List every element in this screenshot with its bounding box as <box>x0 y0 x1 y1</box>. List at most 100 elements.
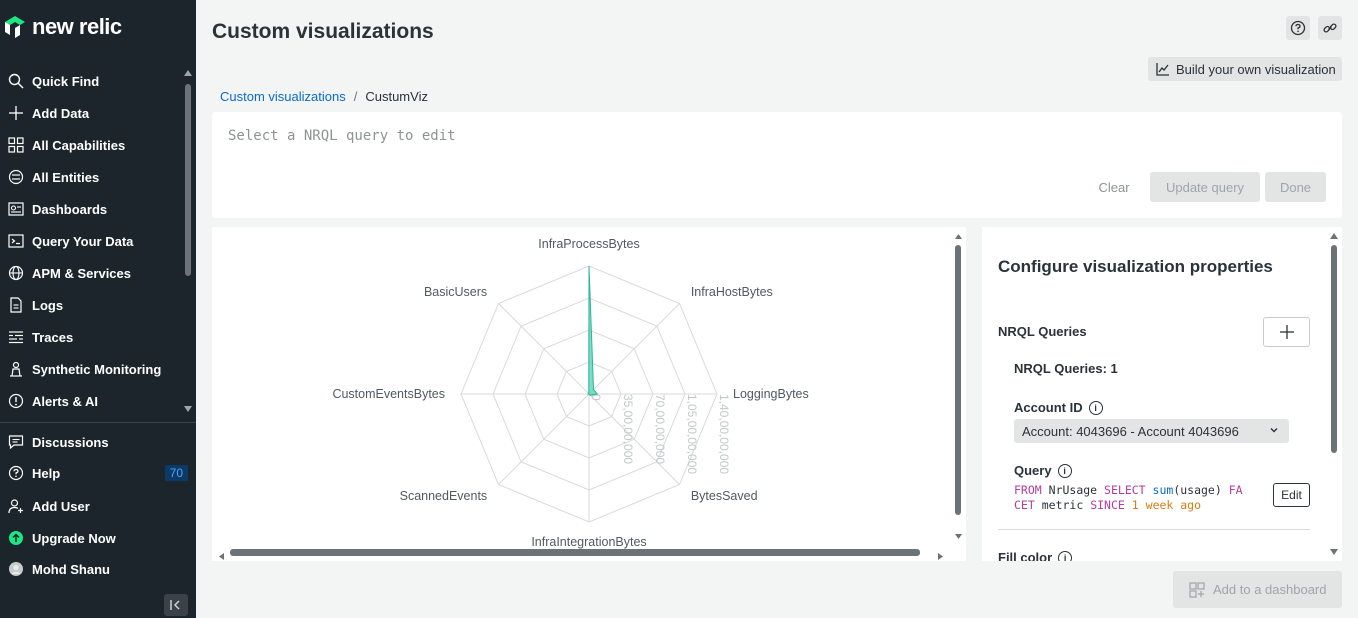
radar-axis-label: BasicUsers <box>424 285 487 299</box>
sidebar-item-label: Logs <box>32 297 64 313</box>
link-icon <box>1323 23 1337 33</box>
document-icon <box>8 297 24 313</box>
breadcrumb-link[interactable]: Custom visualizations <box>220 89 346 104</box>
breadcrumb: Custom visualizations / CustumViz <box>220 89 428 104</box>
sidebar-item-alerts-ai[interactable]: Alerts & AI <box>0 387 180 415</box>
sidebar-item-synthetic-monitoring[interactable]: Synthetic Monitoring <box>0 355 180 383</box>
search-icon <box>8 73 24 89</box>
add-query-button[interactable] <box>1263 317 1310 347</box>
sidebar-item-dashboards[interactable]: Dashboards <box>0 195 180 223</box>
entities-icon <box>8 169 24 185</box>
query-keyword: FA <box>1228 483 1243 497</box>
build-visualization-label: Build your own visualization <box>1176 61 1336 77</box>
sidebar-item-label: Add User <box>32 498 90 514</box>
scroll-down-arrow[interactable] <box>184 406 192 412</box>
done-button[interactable]: Done <box>1265 172 1326 202</box>
sidebar-item-label: All Entities <box>32 169 100 185</box>
radar-tick-label: 1,40,00,00,000 <box>717 394 731 474</box>
sidebar-item-all-capabilities[interactable]: All Capabilities <box>0 131 180 159</box>
collapse-icon <box>170 600 180 610</box>
sidebar-item-discussions[interactable]: Discussions <box>0 428 180 456</box>
chevron-down-icon <box>1270 428 1278 433</box>
radar-axis-label: InfraHostBytes <box>691 285 773 299</box>
edit-query-button[interactable]: Edit <box>1273 483 1310 507</box>
radar-chart: 0 35,00,00,000 70,00,00,000 1,05,00,00,000 1… <box>219 234 962 560</box>
sidebar-item-label: Traces <box>32 329 74 345</box>
radar-axis-label: BytesSaved <box>691 489 758 503</box>
account-select[interactable]: Account: 4043696 - Account 4043696 <box>1014 419 1289 443</box>
add-to-dashboard-button[interactable]: Add to a dashboard <box>1173 571 1342 608</box>
nrql-query-editor[interactable]: Select a NRQL query to edit Clear Update… <box>212 112 1342 218</box>
build-visualization-button[interactable]: Build your own visualization <box>1148 57 1342 81</box>
new-relic-logo-icon <box>5 16 25 38</box>
alert-icon <box>8 393 24 409</box>
copy-link-button[interactable] <box>1318 16 1342 40</box>
scroll-down-arrow <box>955 534 962 539</box>
fill-color-label-text: Fill color <box>998 550 1053 561</box>
sidebar-item-label: Alerts & AI <box>32 393 98 409</box>
plus-icon <box>8 105 24 121</box>
config-divider <box>998 529 1310 530</box>
sidebar-scroll-thumb[interactable] <box>185 84 191 276</box>
chart-panel: 0 35,00,00,000 70,00,00,000 1,05,00,00,000 1… <box>212 227 966 561</box>
query-code-line-1: FROM NrUsage SELECT sum(usage) FA <box>1014 483 1244 498</box>
new-relic-logo[interactable]: new relic <box>4 12 122 42</box>
config-panel: Configure visualization properties NRQL … <box>982 227 1342 561</box>
collapse-sidebar-button[interactable] <box>164 594 188 616</box>
query-token: metric <box>1041 498 1084 512</box>
info-icon[interactable]: i <box>1057 463 1072 478</box>
breadcrumb-current: CustumViz <box>365 89 428 104</box>
sidebar-item-label: Query Your Data <box>32 233 134 249</box>
chat-icon <box>8 434 24 450</box>
chart-horizontal-scrollbar[interactable] <box>230 549 920 556</box>
chart-vertical-scrollbar[interactable] <box>955 245 961 515</box>
sidebar-item-label: Dashboards <box>32 201 108 217</box>
radar-series-area <box>587 265 599 396</box>
sidebar-item-add-user[interactable]: Add User <box>0 492 180 520</box>
sidebar-item-quick-find[interactable]: Quick Find <box>0 67 180 95</box>
scroll-left-arrow <box>219 553 224 560</box>
sidebar-item-help[interactable]: Help 70 <box>0 459 188 487</box>
radar-tick-label: 35,00,00,000 <box>621 394 635 464</box>
scroll-right-arrow <box>938 553 943 560</box>
config-title: Configure visualization properties <box>998 257 1273 276</box>
scroll-up-arrow[interactable] <box>184 70 192 76</box>
plus-icon <box>1279 325 1294 339</box>
update-query-button[interactable]: Update query <box>1150 172 1260 202</box>
breadcrumb-separator: / <box>353 89 358 104</box>
scroll-up-arrow[interactable] <box>1330 233 1338 239</box>
query-code-line-2: CET metric SINCE 1 week ago <box>1014 498 1244 513</box>
sidebar-item-label: All Capabilities <box>32 137 126 153</box>
query-code: FROM NrUsage SELECT sum(usage) FA CET me… <box>1014 483 1244 513</box>
query-keyword: CET <box>1014 498 1035 512</box>
scroll-up-arrow <box>955 234 962 239</box>
query-keyword: SELECT <box>1104 483 1146 497</box>
query-number: 1 <box>1131 498 1139 512</box>
dashboard-icon <box>8 201 24 217</box>
sidebar-item-query-your-data[interactable]: Query Your Data <box>0 227 180 255</box>
help-button[interactable] <box>1286 16 1310 40</box>
sidebar-item-mohd-shanu[interactable]: Mohd Shanu <box>0 555 180 583</box>
sidebar-item-all-entities[interactable]: All Entities <box>0 163 180 191</box>
scroll-down-arrow[interactable] <box>1330 549 1338 555</box>
terminal-icon <box>8 233 24 249</box>
sidebar-item-traces[interactable]: Traces <box>0 323 180 351</box>
info-icon[interactable]: i <box>1058 550 1073 561</box>
fill-color-label: Fill color i <box>998 550 1073 561</box>
sidebar-item-upgrade-now[interactable]: Upgrade Now <box>0 524 180 552</box>
sidebar-item-label: Mohd Shanu <box>32 561 110 577</box>
query-function: sum <box>1152 483 1174 497</box>
radar-tick-label: 1,05,00,00,000 <box>685 394 699 474</box>
query-token: (usage) <box>1173 483 1222 497</box>
traces-icon <box>8 329 24 345</box>
config-scrollbar[interactable] <box>1331 245 1337 453</box>
sidebar-item-apm-services[interactable]: APM & Services <box>0 259 180 287</box>
globe-icon <box>8 265 24 281</box>
info-icon[interactable]: i <box>1088 400 1103 415</box>
sidebar-item-logs[interactable]: Logs <box>0 291 180 319</box>
chart-icon <box>1156 63 1169 76</box>
sidebar-item-add-data[interactable]: Add Data <box>0 99 180 127</box>
clear-button[interactable]: Clear <box>1088 172 1140 202</box>
query-placeholder[interactable]: Select a NRQL query to edit <box>228 128 456 144</box>
sidebar-item-label: Upgrade Now <box>32 530 116 546</box>
